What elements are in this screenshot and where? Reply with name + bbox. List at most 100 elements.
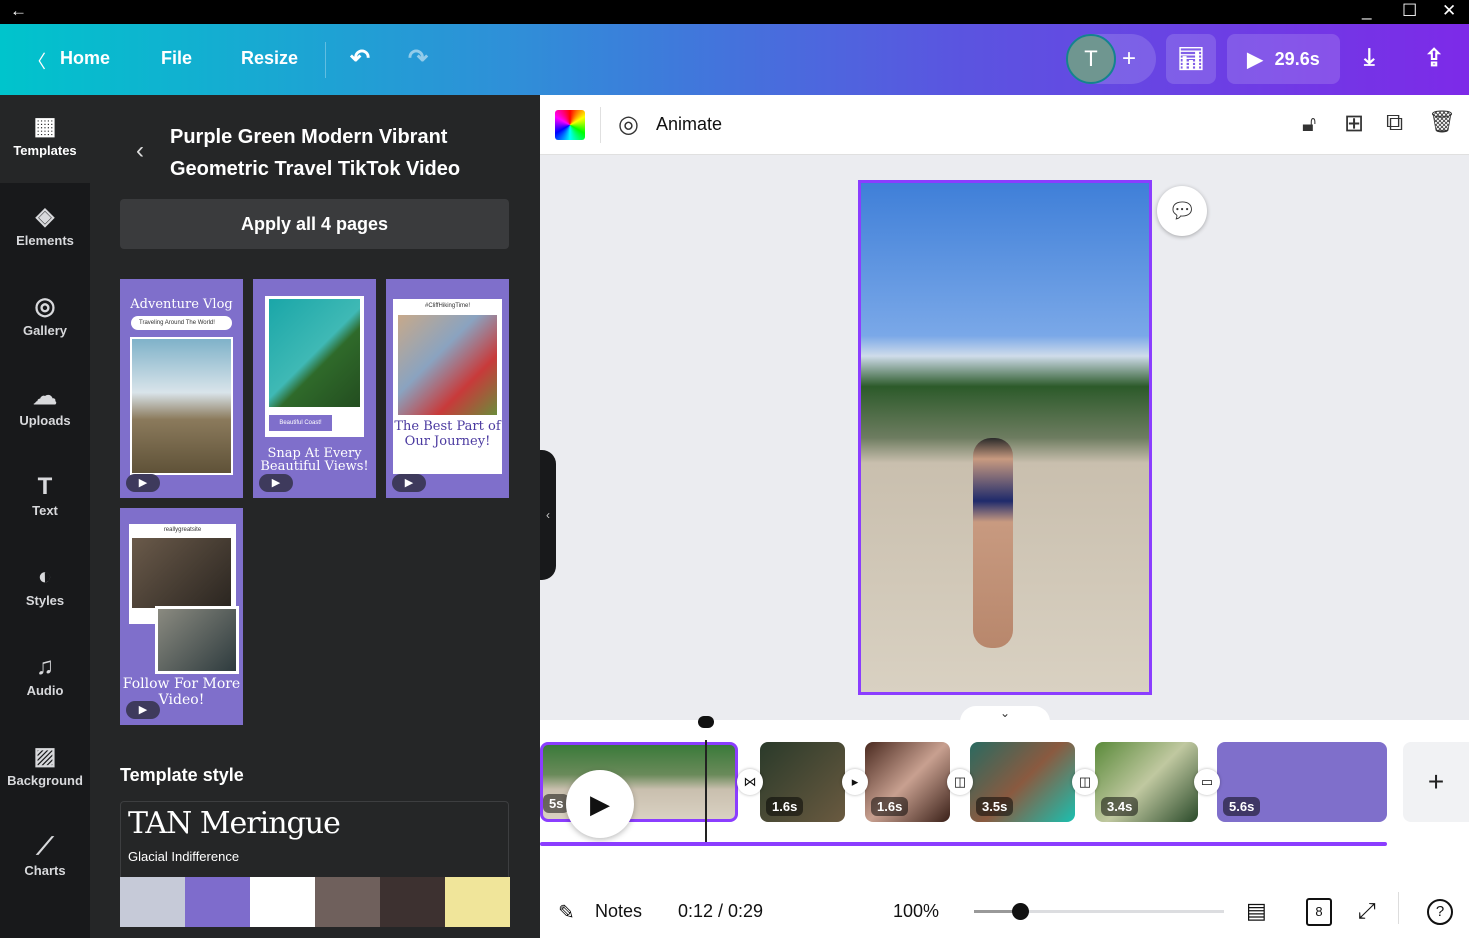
thumbnail-title: Snap At Every Beautiful Views! — [260, 446, 369, 474]
help-icon[interactable]: ? — [1427, 899, 1453, 925]
collapse-timeline-chevron-icon[interactable]: ⌄ — [960, 706, 1050, 722]
minimize-button[interactable]: _ — [1362, 0, 1371, 22]
sidebar-item-templates[interactable]: ▦ Templates — [0, 95, 90, 183]
animate-button[interactable]: Animate — [656, 114, 722, 135]
audio-track-bar[interactable] — [540, 842, 1387, 846]
avatar[interactable]: T — [1066, 34, 1116, 84]
palette-swatch[interactable] — [250, 877, 315, 927]
sidebar-item-elements[interactable]: ◈ Elements — [0, 185, 90, 273]
file-menu-button[interactable]: File — [161, 48, 192, 69]
thumbnail-photo — [130, 337, 233, 475]
zoom-slider[interactable] — [974, 903, 1224, 920]
palette-swatch[interactable] — [315, 877, 380, 927]
transition-button[interactable]: ◫ — [947, 769, 973, 795]
divider — [1398, 892, 1399, 924]
template-style-heading: Template style — [120, 765, 244, 785]
divider — [325, 42, 326, 78]
home-button[interactable]: Home — [60, 48, 110, 69]
timeline-clip[interactable]: 5.6s — [1217, 742, 1387, 822]
transition-button[interactable]: ◫ — [1072, 769, 1098, 795]
sidebar-item-uploads[interactable]: ☁ Uploads — [0, 365, 90, 453]
thumbnail-subtitle: #CliffHikingTime! — [424, 303, 470, 309]
sidebar-item-styles[interactable]: ◐ Styles — [0, 545, 90, 633]
maximize-button[interactable]: ☐ — [1402, 0, 1417, 22]
chevron-left-icon[interactable]: 〈 — [28, 48, 46, 74]
playhead[interactable] — [705, 740, 707, 846]
sidebar-item-audio[interactable]: ♫ Audio — [0, 635, 90, 723]
share-icon[interactable]: ⇪ — [1424, 44, 1444, 73]
timeline-clip[interactable]: 3.4s — [1095, 742, 1198, 822]
sidebar-item-label: Templates — [13, 143, 77, 158]
grid-view-icon[interactable]: ▤ — [1246, 898, 1267, 924]
bar-chart-icon: 📊︎ — [1177, 46, 1205, 71]
playback-time: 0:12 / 0:29 — [678, 901, 764, 921]
delete-icon[interactable]: 🗑︎ — [1428, 109, 1456, 135]
play-icon: ▶ — [126, 701, 160, 719]
palette-swatch[interactable] — [120, 877, 185, 927]
analytics-button[interactable]: 📊︎ — [1166, 34, 1216, 84]
thumbnail-subtitle: Beautiful Coast! — [269, 415, 332, 431]
add-page-icon[interactable]: ⊞ — [1344, 109, 1364, 138]
add-collaborator-icon[interactable]: + — [1122, 45, 1136, 73]
zoom-slider-thumb[interactable] — [1012, 903, 1029, 920]
color-picker-button[interactable] — [555, 110, 585, 140]
window-titlebar: ← _ ☐ ✕ — [0, 0, 1469, 24]
sidebar-item-background[interactable]: ▨ Background — [0, 725, 90, 813]
close-window-button[interactable]: ✕ — [1442, 0, 1456, 22]
transition-button[interactable]: ▸ — [842, 769, 868, 795]
clip-duration: 5.6s — [1223, 797, 1261, 816]
add-comment-button[interactable]: 💬︎ — [1157, 186, 1207, 236]
play-button[interactable]: ▶ — [566, 770, 634, 838]
download-icon[interactable]: ⤓ — [1364, 44, 1375, 72]
duplicate-page-icon[interactable]: ⧉ — [1386, 109, 1403, 137]
animate-icon: ◎ — [618, 111, 639, 138]
editor-header: 〈 Home File Resize ↶ ↷ T + 📊︎ ▶ 29.6s ⤓ ⇪ — [0, 24, 1469, 95]
sidebar-item-gallery[interactable]: ◎ Gallery — [0, 275, 90, 363]
playhead-handle[interactable] — [698, 716, 714, 728]
thumbnail-subtitle: Traveling Around The World! — [131, 316, 232, 330]
sidebar-item-text[interactable]: T Text — [0, 455, 90, 543]
palette-swatch[interactable] — [445, 877, 510, 927]
template-page-thumbnail[interactable]: reallygreatsite Follow For More Video! ▶ — [120, 508, 243, 725]
sidebar-item-label: Audio — [26, 683, 64, 698]
present-button[interactable]: ▶ 29.6s — [1227, 34, 1340, 84]
play-icon: ▶ — [392, 474, 426, 492]
lock-icon[interactable]: 🔓︎ — [1302, 111, 1316, 137]
apply-all-pages-button[interactable]: Apply all 4 pages — [120, 199, 509, 249]
thumbnail-photo — [398, 315, 497, 415]
template-page-thumbnail[interactable]: Beautiful Coast! Snap At Every Beautiful… — [253, 279, 376, 498]
design-canvas-page[interactable] — [858, 180, 1152, 695]
camera-icon: ◎ — [34, 293, 56, 320]
palette-swatch[interactable] — [380, 877, 445, 927]
sidebar-item-label: Uploads — [19, 413, 71, 428]
thumbnail-photo — [269, 299, 360, 407]
thumbnail-title: The Best Part of Our Journey! — [394, 419, 501, 449]
zoom-percentage[interactable]: 100% — [893, 901, 939, 922]
back-chevron-icon[interactable]: ‹ — [136, 137, 144, 165]
template-title: Purple Green Modern Vibrant Geometric Tr… — [170, 126, 461, 180]
sidebar-item-charts[interactable]: ⟋ Charts — [0, 815, 90, 903]
transition-button[interactable]: ▭ — [1194, 769, 1220, 795]
back-arrow-icon[interactable]: ← — [10, 0, 27, 22]
resize-button[interactable]: Resize — [241, 48, 298, 69]
fullscreen-icon[interactable]: ⤢ — [1358, 898, 1376, 924]
template-page-thumbnail[interactable]: Adventure Vlog Traveling Around The Worl… — [120, 279, 243, 498]
redo-icon[interactable]: ↷ — [408, 44, 428, 73]
music-icon: ♫ — [36, 653, 54, 680]
text-icon: T — [37, 473, 53, 500]
undo-icon[interactable]: ↶ — [350, 44, 370, 73]
bottom-bar: ✎ Notes 0:12 / 0:29 100% ▤ 8 ⤢ ? — [540, 880, 1469, 938]
sidebar-item-label: Text — [32, 503, 58, 518]
style-font-name: TAN Meringue — [128, 806, 341, 841]
notes-button[interactable]: Notes — [595, 901, 642, 922]
palette-icon: ◐ — [37, 563, 53, 590]
palette-swatch[interactable] — [185, 877, 250, 927]
transition-button[interactable]: ⋈ — [737, 769, 763, 795]
timeline-clip[interactable]: 1.6s — [760, 742, 845, 822]
add-page-button[interactable]: + — [1403, 742, 1469, 822]
template-page-thumbnail[interactable]: #CliffHikingTime! The Best Part of Our J… — [386, 279, 509, 498]
timeline-clip[interactable]: 3.5s — [970, 742, 1075, 822]
page-count-button[interactable]: 8 — [1306, 898, 1332, 926]
timeline-clip[interactable]: 1.6s — [865, 742, 950, 822]
collapse-panel-handle[interactable]: ‹ — [540, 450, 556, 580]
